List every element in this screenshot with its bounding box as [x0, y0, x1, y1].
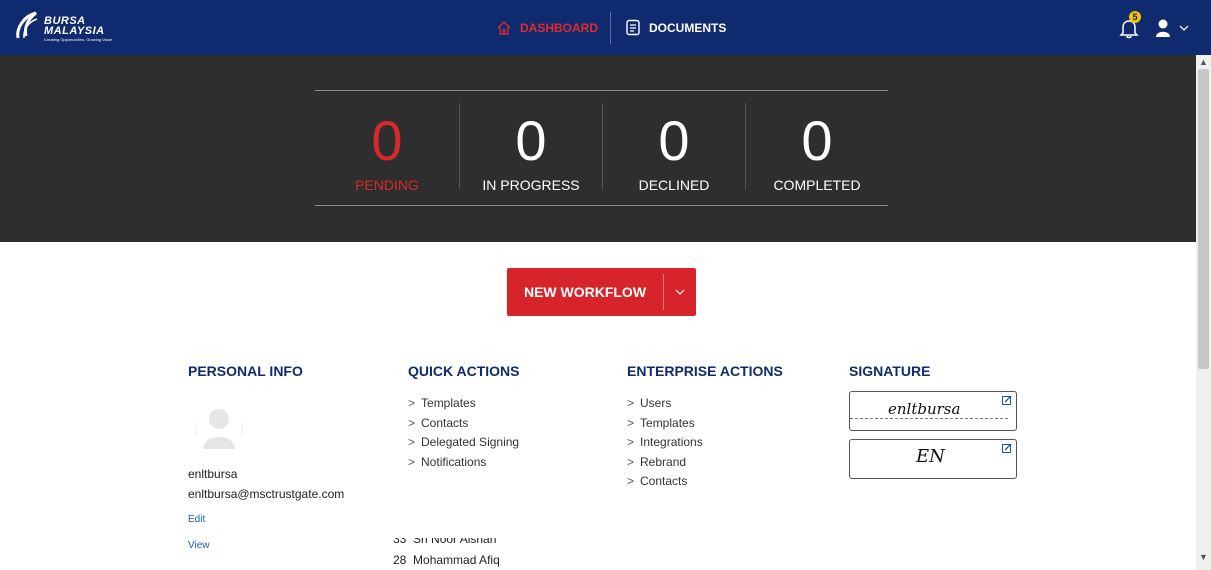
stats-bottom-rule: [315, 205, 888, 206]
initials-signature-box[interactable]: EN: [849, 439, 1017, 479]
stat-completed[interactable]: 0 COMPLETED: [746, 113, 888, 203]
edit-signature-icon[interactable]: [1002, 395, 1012, 405]
stat-value: 0: [801, 109, 833, 172]
enterprise-action-contacts[interactable]: > Contacts: [627, 472, 703, 492]
chevron-right-icon: >: [627, 474, 635, 488]
enterprise-actions-list: > Users > Templates > Integrations > Rebrand…: [627, 394, 703, 492]
avatar-placeholder-icon: [195, 409, 243, 449]
enterprise-action-users[interactable]: > Users: [627, 394, 703, 414]
stats-top-rule: [315, 90, 888, 91]
stat-value: 0: [658, 109, 690, 172]
stat-label: DECLINED: [638, 177, 710, 193]
chevron-right-icon: >: [627, 415, 635, 430]
scroll-up-arrow-icon[interactable]: ▲: [1199, 57, 1208, 67]
user-icon: [1156, 19, 1170, 37]
main-nav: DASHBOARD DOCUMENTS: [496, 0, 726, 55]
chevron-right-icon: >: [627, 454, 635, 469]
logo-tagline: Creating Opportunities, Growing Value: [44, 37, 113, 42]
chevron-right-icon: >: [627, 435, 635, 449]
scroll-thumb[interactable]: [1198, 69, 1209, 369]
workflow-dropdown-toggle[interactable]: [664, 287, 696, 298]
stat-value: 0: [371, 109, 403, 172]
bursa-emblem-icon: [16, 11, 38, 39]
quick-actions-list: > Templates > Contacts > Delegated Signing …: [408, 394, 519, 472]
stat-label: PENDING: [355, 177, 419, 193]
edit-profile-link[interactable]: Edit: [188, 514, 205, 525]
quick-action-delegated-signing[interactable]: > Delegated Signing: [408, 433, 519, 453]
view-profile-link[interactable]: View: [188, 540, 210, 551]
chevron-down-icon: [1179, 25, 1189, 31]
quick-actions-title: QUICK ACTIONS: [408, 363, 520, 379]
scroll-down-arrow-icon[interactable]: ▼: [1199, 552, 1208, 562]
enterprise-action-integrations[interactable]: > Integrations: [627, 433, 703, 453]
signature-baseline: [850, 418, 1008, 419]
notifications-button[interactable]: 5: [1119, 10, 1141, 39]
user-menu[interactable]: [1155, 19, 1189, 37]
enterprise-action-rebrand[interactable]: > Rebrand: [627, 453, 703, 473]
stat-label: IN PROGRESS: [482, 177, 580, 193]
stat-declined[interactable]: 0 DECLINED: [603, 113, 745, 203]
nav-documents-label: DOCUMENTS: [649, 20, 727, 35]
top-navbar: BURSA MALAYSIA Creating Opportunities, G…: [0, 0, 1211, 55]
signature-image: enltbursa: [888, 400, 961, 418]
bursa-logo[interactable]: BURSA MALAYSIA Creating Opportunities, G…: [14, 10, 134, 46]
edit-initials-icon[interactable]: [1002, 443, 1012, 453]
quick-action-contacts[interactable]: > Contacts: [408, 414, 519, 434]
signature-title: SIGNATURE: [849, 363, 931, 379]
home-icon: [497, 20, 511, 35]
initials-image: EN: [916, 446, 945, 467]
nav-right: 5: [1119, 0, 1189, 55]
logo-wordmark: BURSA MALAYSIA: [44, 15, 105, 37]
chevron-right-icon: >: [408, 415, 416, 430]
profile-username: enltbursa: [188, 467, 238, 481]
quick-action-notifications[interactable]: > Notifications: [408, 453, 519, 473]
nav-documents[interactable]: DOCUMENTS: [611, 19, 726, 36]
new-workflow-button[interactable]: NEW WORKFLOW: [507, 268, 696, 316]
list-item: 28 Mohammad Afiq: [393, 553, 500, 567]
chevron-right-icon: >: [408, 435, 416, 449]
notification-badge: 5: [1129, 10, 1141, 23]
nav-dashboard[interactable]: DASHBOARD: [496, 20, 610, 36]
document-icon: [626, 19, 640, 36]
personal-info-title: PERSONAL INFO: [188, 363, 303, 379]
page-scrollbar[interactable]: ▲ ▼: [1196, 55, 1211, 570]
stat-value: 0: [515, 109, 547, 172]
list-item: 33 Sri Noor Aishah: [393, 538, 497, 546]
stat-in-progress[interactable]: 0 IN PROGRESS: [460, 113, 602, 203]
chevron-right-icon: >: [408, 454, 416, 469]
chevron-right-icon: >: [408, 396, 416, 410]
quick-action-templates[interactable]: > Templates: [408, 394, 519, 414]
profile-email: enltbursa@msctrustgate.com: [188, 487, 345, 501]
enterprise-actions-title: ENTERPRISE ACTIONS: [627, 363, 783, 379]
chevron-right-icon: >: [627, 396, 635, 410]
new-workflow-label: NEW WORKFLOW: [523, 284, 647, 300]
full-signature-box[interactable]: enltbursa: [849, 391, 1017, 431]
nav-dashboard-label: DASHBOARD: [520, 20, 598, 35]
stat-label: COMPLETED: [773, 177, 861, 193]
stat-pending[interactable]: 0 PENDING: [316, 113, 458, 203]
chevron-down-icon: [675, 289, 685, 295]
enterprise-action-templates[interactable]: > Templates: [627, 414, 703, 434]
